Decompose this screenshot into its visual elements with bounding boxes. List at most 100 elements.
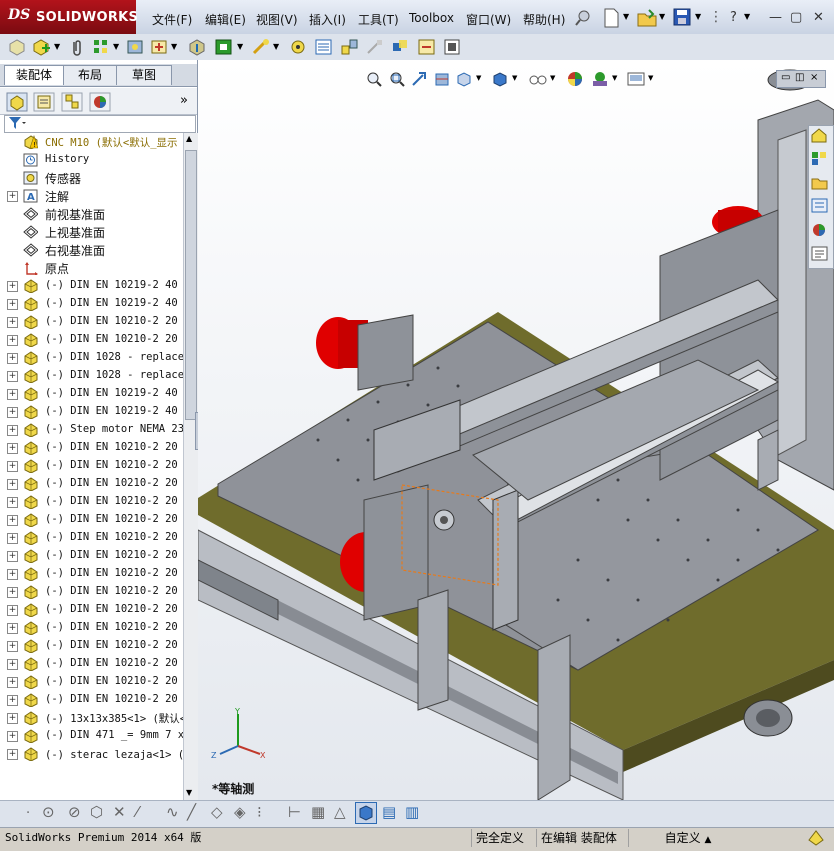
mate-paperclip-icon[interactable] — [68, 38, 86, 56]
tree-expand-toggle[interactable]: + — [7, 425, 18, 436]
tree-expand-toggle[interactable]: + — [7, 605, 18, 616]
tree-item[interactable]: + (-) DIN 471 _= 9mm 7 x — [0, 727, 183, 745]
tree-expand-toggle[interactable]: + — [7, 695, 18, 706]
menu-tools[interactable]: 工具(T) — [358, 11, 399, 28]
line-tool-icon[interactable]: ╱ — [187, 803, 196, 821]
apply-scene-icon[interactable] — [590, 70, 610, 88]
tree-root-assembly[interactable]: ! CNC M10 (默认<默认_显示 — [0, 133, 183, 151]
clearance-verification-icon[interactable] — [417, 38, 437, 56]
tree-item[interactable]: + (-) DIN EN 10219-2 40 x — [0, 295, 183, 313]
viewport-minimize-icon[interactable]: ▭ — [781, 72, 790, 83]
bill-of-materials-icon[interactable] — [314, 38, 334, 56]
hide-show-items-icon[interactable] — [528, 71, 548, 87]
circle-tool-icon[interactable]: ⊙ — [42, 803, 55, 821]
open-folder-icon[interactable] — [637, 8, 657, 28]
tree-expand-toggle[interactable]: + — [7, 317, 18, 328]
tree-item[interactable]: + (-) DIN EN 10210-2 20 x — [0, 475, 183, 493]
tree-expand-toggle[interactable]: + — [7, 371, 18, 382]
smart-fasteners-icon[interactable] — [126, 38, 144, 56]
explode-line-sketch-icon[interactable] — [365, 38, 385, 56]
tree-expand-toggle[interactable]: + — [7, 461, 18, 472]
tree-scroll-thumb[interactable] — [185, 150, 197, 420]
tree-item[interactable]: + (-) DIN EN 10210-2 20 x — [0, 511, 183, 529]
new-dropdown-icon[interactable]: ▼ — [623, 12, 629, 21]
tree-expand-toggle[interactable]: + — [7, 677, 18, 688]
display-style-icon[interactable] — [492, 71, 510, 87]
grid-tool-icon[interactable]: ▦ — [311, 803, 325, 821]
assembly-features-icon[interactable] — [214, 38, 234, 56]
propertymanager-icon[interactable] — [33, 92, 55, 112]
tree-item[interactable]: 原点 — [0, 259, 183, 277]
displaymanager-icon[interactable] — [89, 92, 111, 112]
tree-filter-field[interactable] — [4, 115, 196, 133]
tree-item[interactable]: + (-) DIN EN 10210-2 20 x — [0, 601, 183, 619]
tree-expand-toggle[interactable]: + — [7, 713, 18, 724]
close-button[interactable]: ✕ — [813, 10, 824, 25]
mirror-tool-icon[interactable]: ◇ — [211, 803, 223, 821]
tab-layout[interactable]: 布局 — [63, 65, 117, 85]
tree-item[interactable]: + (-) DIN 1028 - replaced — [0, 367, 183, 385]
view-settings-dropdown-icon[interactable]: ▼ — [648, 74, 653, 82]
menu-help[interactable]: 帮助(H) — [523, 11, 565, 28]
tree-item[interactable]: + (-) DIN EN 10219-2 40 x — [0, 403, 183, 421]
tree-expand-toggle[interactable]: + — [7, 623, 18, 634]
orientation-dropdown-icon[interactable]: ▼ — [476, 74, 481, 82]
restore-button[interactable]: ▢ — [790, 10, 802, 25]
tree-expand-toggle[interactable]: + — [7, 533, 18, 544]
tree-expand-toggle[interactable]: + — [7, 335, 18, 346]
edit-appearance-icon[interactable] — [566, 70, 584, 88]
tree-item[interactable]: + (-) DIN EN 10219-2 40 x — [0, 385, 183, 403]
move-dropdown-icon[interactable]: ▼ — [171, 42, 177, 51]
tree-expand-toggle[interactable]: + — [7, 641, 18, 652]
insert-component-icon[interactable] — [32, 38, 52, 56]
view-settings-icon[interactable] — [627, 71, 645, 87]
tree-item[interactable]: + (-) DIN EN 10219-2 40 x — [0, 277, 183, 295]
spline-tool-icon[interactable]: ∿ — [166, 803, 179, 821]
view-cube-button[interactable] — [355, 802, 377, 824]
graphics-viewport[interactable] — [198, 60, 834, 800]
filter-funnel-icon[interactable] — [8, 116, 26, 130]
save-dropdown-icon[interactable]: ▼ — [695, 12, 701, 21]
menu-edit[interactable]: 编辑(E) — [205, 11, 246, 28]
tree-expand-toggle[interactable]: + — [7, 479, 18, 490]
pattern-dropdown-icon[interactable]: ▼ — [113, 42, 119, 51]
help-button[interactable]: ? — [730, 10, 737, 25]
tree-expand-toggle[interactable]: + — [7, 299, 18, 310]
show-hidden-components-icon[interactable] — [188, 38, 206, 56]
solidworks-resources-icon[interactable] — [811, 128, 828, 143]
tree-expand-toggle[interactable]: + — [7, 389, 18, 400]
tree-expand-toggle[interactable]: + — [7, 281, 18, 292]
file-explorer-icon[interactable] — [811, 175, 828, 190]
tree-expand-toggle[interactable]: + — [7, 569, 18, 580]
tree-item[interactable]: + (-) DIN EN 10210-2 20 x — [0, 529, 183, 547]
tree-expand-toggle[interactable]: + — [7, 353, 18, 364]
viewport-restore-icon[interactable]: ◫ — [795, 72, 804, 83]
features-dropdown-icon[interactable]: ▼ — [237, 42, 243, 51]
status-units[interactable]: 自定义 ▲ — [628, 829, 743, 847]
tree-item[interactable]: + (-) DIN EN 10210-2 20 x — [0, 619, 183, 637]
tree-expand-toggle[interactable]: + — [7, 443, 18, 454]
menu-file[interactable]: 文件(F) — [152, 11, 192, 28]
polygon-tool-icon[interactable]: ⬡ — [90, 803, 103, 821]
tree-item[interactable]: + (-) DIN EN 10210-2 20 x — [0, 673, 183, 691]
rebuild-indicator-icon[interactable] — [806, 828, 826, 848]
point-tool-icon[interactable]: · — [26, 806, 30, 821]
relations-tool-icon[interactable]: △ — [334, 803, 346, 821]
tree-item[interactable]: + (-) 13x13x385<1> (默认< — [0, 709, 183, 727]
interference-detection-icon[interactable] — [391, 38, 411, 56]
tab-assembly[interactable]: 装配体 — [4, 65, 64, 85]
tree-expand-toggle[interactable]: + — [7, 659, 18, 670]
design-library-icon[interactable] — [811, 151, 828, 166]
tree-item[interactable]: + (-) DIN EN 10210-2 20 x — [0, 583, 183, 601]
pin-icon[interactable] — [574, 8, 594, 28]
tree-item[interactable]: 传感器 — [0, 169, 183, 187]
custom-properties-icon[interactable] — [811, 246, 828, 261]
tree-item[interactable]: + (-) DIN EN 10210-2 20 x — [0, 313, 183, 331]
open-dropdown-icon[interactable]: ▼ — [659, 12, 665, 21]
tree-item[interactable]: + (-) DIN 1028 - replaced — [0, 349, 183, 367]
reference-dropdown-icon[interactable]: ▼ — [273, 42, 279, 51]
previous-view-icon[interactable] — [411, 71, 427, 87]
tree-item[interactable]: + (-) Step motor NEMA 23< — [0, 421, 183, 439]
single-view-icon[interactable]: ▤ — [382, 803, 396, 821]
tree-item[interactable]: + A 注解 — [0, 187, 183, 205]
